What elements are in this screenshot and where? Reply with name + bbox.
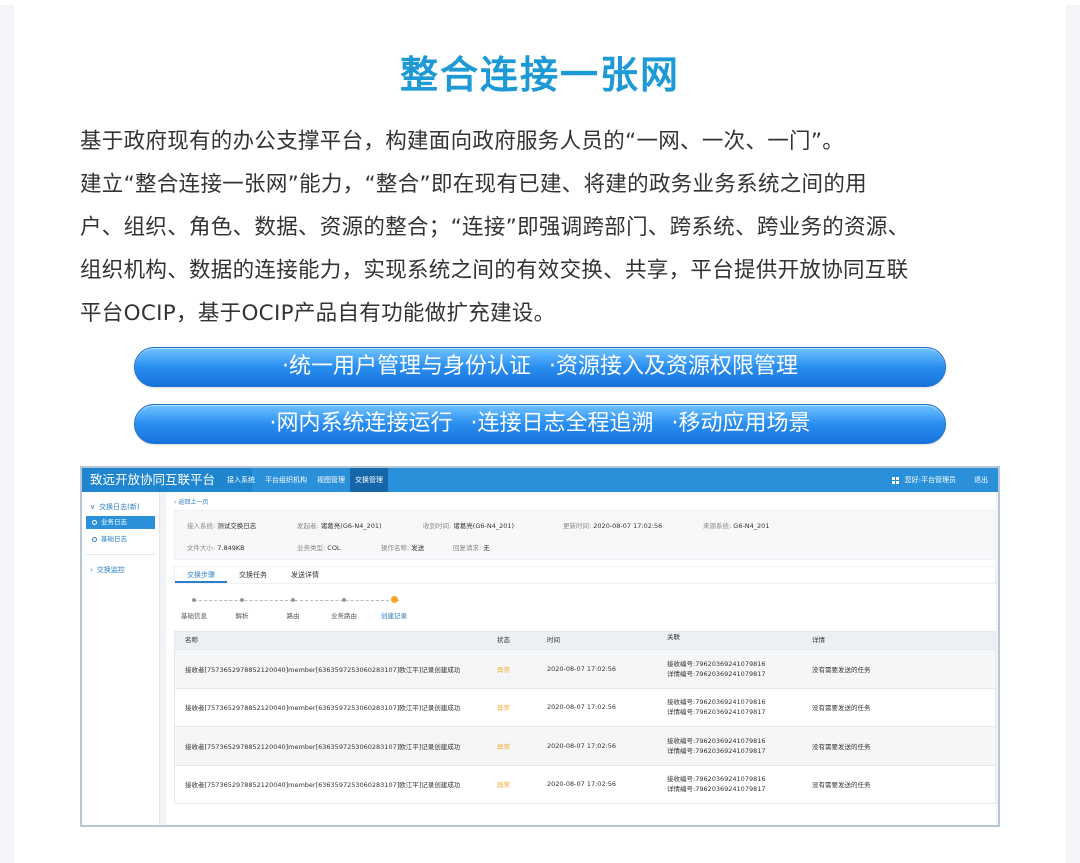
table-row[interactable]: 接收者[7573652978852120040]member[636359725… <box>175 687 995 727</box>
column-header: 状态 <box>497 636 510 644</box>
feature-item: ·连接日志全程追溯 <box>470 411 654 436</box>
info-panel: 接入系统: 测试交换日志 发起者: 诸葛亮(G6-N4_201) 收到时间: 诸… <box>174 510 996 560</box>
status-badge: 异常 <box>497 742 510 751</box>
info-field: 业务类型: COL <box>297 544 341 552</box>
chevron-down-icon: ∨ <box>90 503 96 511</box>
user-area: 您好:平台管理员 退出 <box>891 468 988 492</box>
circle-icon <box>92 537 97 542</box>
column-header: 详情 <box>812 636 825 644</box>
feature-pill-2: ·网内系统连接运行 ·连接日志全程追溯 ·移动应用场景 <box>134 404 946 444</box>
detail-tabs: 交换步骤 交换任务 发送详情 <box>174 566 996 584</box>
info-field: 接入系统: 测试交换日志 <box>187 522 257 530</box>
app-header: 致远开放协同互联平台 接入系统 平台组织机构 视图管理 交换管理 您好:平台管理… <box>82 468 998 492</box>
main-panel: ‹ 返回上一页 接入系统: 测试交换日志 发起者: 诸葛亮(G6-N4_201)… <box>166 492 996 825</box>
nav-item-exchange-management[interactable]: 交换管理 <box>350 468 388 492</box>
step-item: 基础信息 <box>174 596 214 620</box>
cell-name: 接收者[7573652978852120040]member[636359725… <box>185 742 461 751</box>
nav-item-org[interactable]: 平台组织机构 <box>260 468 312 492</box>
cell-relation: 接收编号:79620369241079816 详情编号:7962036924107… <box>667 698 766 717</box>
sidebar-group-exchange-log[interactable]: ∨ 交换日志(新) <box>82 492 159 512</box>
intro-line: 平台OCIP，基于OCIP产品自有功能做扩充建设。 <box>80 301 556 326</box>
info-field: 操作名称: 发送 <box>381 544 425 552</box>
chevron-right-icon: › <box>90 566 93 574</box>
app-screenshot: 致远开放协同互联平台 接入系统 平台组织机构 视图管理 交换管理 您好:平台管理… <box>80 466 1000 827</box>
user-greeting: 您好:平台管理员 <box>904 476 956 484</box>
cell-name: 接收者[7573652978852120040]member[636359725… <box>185 781 461 790</box>
cell-relation: 接收编号:79620369241079816 详情编号:7962036924107… <box>667 659 766 678</box>
logout-link[interactable]: 退出 <box>974 475 988 485</box>
info-field: 来源系统: G6-N4_201 <box>703 522 770 530</box>
cell-time: 2020-08-07 17:02:56 <box>547 780 617 789</box>
tab-exchange-steps[interactable]: 交换步骤 <box>175 567 227 583</box>
step-progress: 基础信息 解析 路由 业务路由 创建记录 <box>180 596 440 626</box>
step-item: 解析 <box>222 596 262 620</box>
step-item: 路由 <box>273 596 313 620</box>
cell-name: 接收者[7573652978852120040]member[636359725… <box>185 665 461 674</box>
nav-item-access-systems[interactable]: 接入系统 <box>222 468 260 492</box>
sidebar-item-basic-log[interactable]: 基础日志 <box>86 533 155 546</box>
table-row[interactable]: 接收者[7573652978852120040]member[636359725… <box>175 764 995 804</box>
column-header: 名称 <box>185 636 198 644</box>
intro-text: 基于政府现有的办公支撑平台，构建面向政府服务人员的“一网、一次、一门”。 建立“… <box>80 120 1010 335</box>
grid-icon[interactable] <box>891 476 899 484</box>
step-item: 业务路由 <box>324 596 364 620</box>
cell-name: 接收者[7573652978852120040]member[636359725… <box>185 704 461 713</box>
feature-pill-1: ·统一用户管理与身份认证 ·资源接入及资源权限管理 <box>134 347 946 387</box>
tab-exchange-tasks[interactable]: 交换任务 <box>227 567 279 583</box>
feature-item: ·网内系统连接运行 <box>269 411 453 436</box>
intro-line: 建立“整合连接一张网”能力，“整合”即在现有已建、将建的政务业务系统之间的用 <box>80 172 867 197</box>
feature-item: ·统一用户管理与身份认证 <box>282 354 531 379</box>
sidebar: ∨ 交换日志(新) 业务日志 基础日志 › 交换监控 <box>82 492 160 825</box>
circle-icon <box>92 520 97 525</box>
sidebar-group-label: 交换监控 <box>96 566 125 574</box>
table-header: 名称 状态 时间 关联 详情 <box>175 632 995 649</box>
status-badge: 异常 <box>497 665 510 674</box>
info-field: 发起者: 诸葛亮(G6-N4_201) <box>297 522 382 530</box>
feature-item: ·移动应用场景 <box>671 411 811 436</box>
cell-detail: 没有需要发送的任务 <box>812 704 871 713</box>
sidebar-item-business-log[interactable]: 业务日志 <box>86 516 155 529</box>
status-badge: 异常 <box>497 704 510 713</box>
step-item-current: 创建记录 <box>374 596 414 620</box>
app-nav: 接入系统 平台组织机构 视图管理 交换管理 <box>222 468 388 492</box>
status-badge: 异常 <box>497 781 510 790</box>
cell-time: 2020-08-07 17:02:56 <box>547 741 617 750</box>
sidebar-group-exchange-monitor[interactable]: › 交换监控 <box>82 555 159 575</box>
nav-item-view-management[interactable]: 视图管理 <box>312 468 350 492</box>
cell-relation: 接收编号:79620369241079816 详情编号:7962036924107… <box>667 775 766 794</box>
column-header: 时间 <box>547 636 560 644</box>
info-row-1: 接入系统: 测试交换日志 发起者: 诸葛亮(G6-N4_201) 收到时间: 诸… <box>187 520 987 530</box>
table-row[interactable]: 接收者[7573652978852120040]member[636359725… <box>175 649 995 688</box>
feature-item: ·资源接入及资源权限管理 <box>549 354 798 379</box>
cell-relation: 接收编号:79620369241079816 详情编号:7962036924107… <box>667 736 766 755</box>
cell-time: 2020-08-07 17:02:56 <box>547 664 617 673</box>
info-row-2: 文件大小: 7.849KB 业务类型: COL 操作名称: 发送 回复请求: 无 <box>187 542 987 552</box>
cell-detail: 没有需要发送的任务 <box>812 742 871 751</box>
warning-icon <box>390 596 398 603</box>
table-body: 接收者[7573652978852120040]member[636359725… <box>175 649 995 803</box>
info-field: 文件大小: 7.849KB <box>187 544 245 552</box>
sidebar-group-label: 交换日志(新) <box>99 503 140 511</box>
intro-line: 户、组织、角色、数据、资源的整合；“连接”即强调跨部门、跨系统、跨业务的资源、 <box>80 215 910 240</box>
page-title: 整合连接一张网 <box>399 53 680 97</box>
intro-line: 组织机构、数据的连接能力，实现系统之间的有效交换、共享，平台提供开放协同互联 <box>80 258 909 283</box>
sidebar-item-label: 业务日志 <box>101 518 127 526</box>
sidebar-item-label: 基础日志 <box>101 535 127 543</box>
tab-send-details[interactable]: 发送详情 <box>279 567 331 583</box>
cell-detail: 没有需要发送的任务 <box>812 781 871 790</box>
cell-time: 2020-08-07 17:02:56 <box>547 703 617 712</box>
column-header: 关联 <box>667 633 680 641</box>
back-link[interactable]: ‹ 返回上一页 <box>174 497 208 506</box>
info-field: 回复请求: 无 <box>453 544 490 552</box>
cell-detail: 没有需要发送的任务 <box>812 665 871 674</box>
info-field: 收到时间: 诸葛亮(G6-N4_201) <box>423 522 515 530</box>
info-field: 更新时间: 2020-08-07 17:02:56 <box>563 522 663 530</box>
intro-line: 基于政府现有的办公支撑平台，构建面向政府服务人员的“一网、一次、一门”。 <box>80 129 845 154</box>
back-link-label: 返回上一页 <box>178 499 209 506</box>
table-row[interactable]: 接收者[7573652978852120040]member[636359725… <box>175 726 995 765</box>
records-table: 名称 状态 时间 关联 详情 接收者[7573652978852120040]m… <box>174 631 996 804</box>
